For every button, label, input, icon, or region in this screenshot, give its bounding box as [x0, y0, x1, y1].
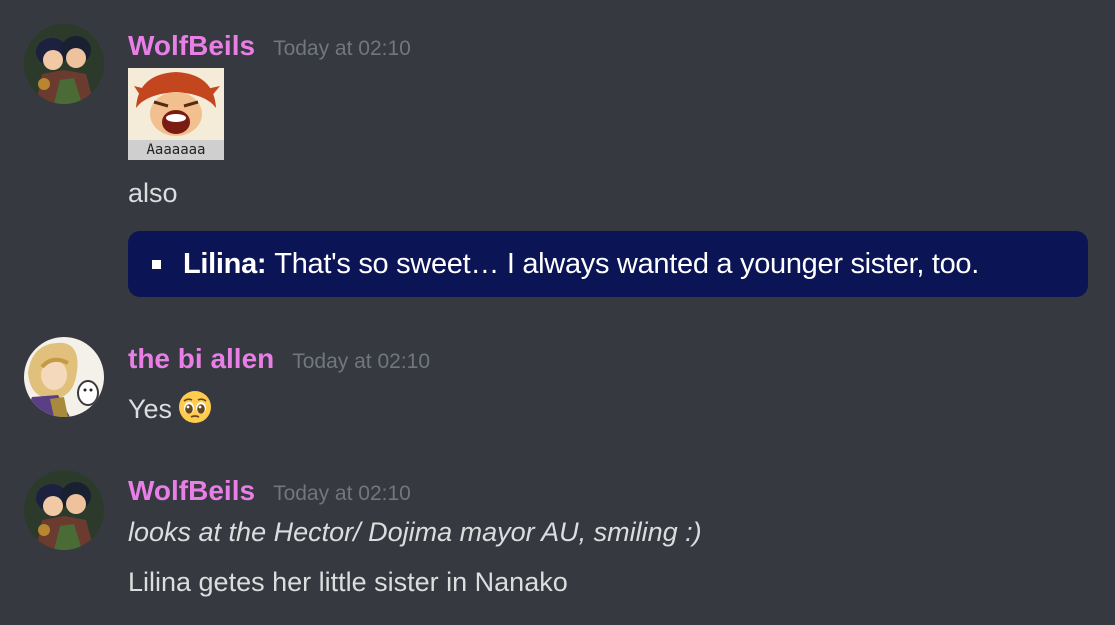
quote-line: That's so sweet… I always wanted a young…: [274, 247, 980, 280]
username[interactable]: WolfBeils: [128, 30, 255, 62]
message-text: Lilina getes her little sister in Nanako: [128, 567, 568, 597]
avatar[interactable]: [24, 337, 104, 417]
avatar[interactable]: [24, 24, 104, 104]
message-group: WolfBeils Today at 02:10 looks at the He…: [0, 455, 1115, 625]
timestamp: Today at 02:10: [273, 482, 411, 505]
timestamp: Today at 02:10: [292, 350, 431, 373]
username[interactable]: the bi allen: [128, 343, 274, 375]
message-text-content: Yes: [128, 394, 173, 424]
timestamp: Today at 02:10: [273, 37, 411, 60]
avatar[interactable]: [24, 470, 104, 550]
message-text: also: [128, 178, 178, 208]
message-text: Yes: [128, 390, 212, 431]
quote-speaker: Lilina:: [183, 247, 267, 280]
bullet-icon: [152, 259, 161, 269]
pleading-face-icon: [178, 390, 212, 431]
message-group: WolfBeils Today at 02:10 Aaaaaaa also Li…: [0, 0, 1115, 310]
quote-image[interactable]: Lilina: That's so sweet… I always wanted…: [128, 231, 1088, 297]
sticker-caption: Aaaaaaa: [128, 140, 224, 160]
message-group: the bi allen Today at 02:10 Yes: [0, 320, 1115, 440]
username[interactable]: WolfBeils: [128, 475, 255, 507]
message-text: looks at the Hector/ Dojima mayor AU, sm…: [128, 517, 702, 547]
sticker-image[interactable]: Aaaaaaa: [128, 68, 224, 160]
chat-messages: WolfBeils Today at 02:10 Aaaaaaa also Li…: [0, 0, 1115, 625]
